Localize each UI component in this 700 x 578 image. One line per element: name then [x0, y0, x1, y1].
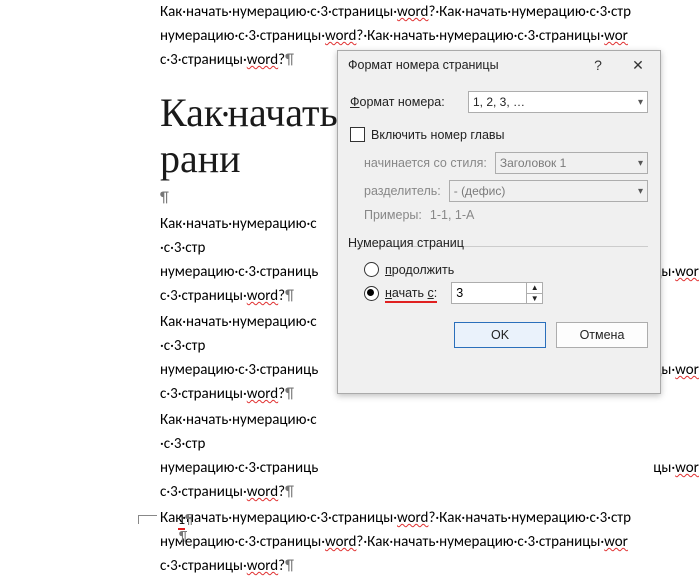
number-format-value: 1, 2, 3, …: [473, 95, 525, 109]
continue-radio-label: продолжить: [385, 263, 454, 277]
spelling-error: word: [247, 287, 278, 305]
dialog-titlebar[interactable]: Формат номера страницы ? ✕: [338, 51, 660, 79]
spelling-error: word: [325, 533, 356, 551]
ok-button[interactable]: OK: [454, 322, 546, 348]
number-format-combo[interactable]: 1, 2, 3, … ▾: [468, 91, 648, 113]
dialog-body: ФФормат номера:ормат номера: 1, 2, 3, … …: [338, 79, 660, 358]
text-run: рани: [160, 136, 241, 182]
text-run: Как·начать·нумерацию·с·3·страницы·: [160, 3, 397, 21]
chevron-down-icon: ▾: [638, 97, 643, 108]
spelling-error: word: [397, 509, 428, 527]
pilcrow-icon: ¶: [185, 511, 193, 528]
text-run: Как·начать: [160, 90, 338, 136]
pilcrow-icon: ¶: [285, 51, 294, 69]
text-run: ?: [428, 3, 435, 21]
examples-label: Примеры:: [364, 208, 422, 222]
separator-label: разделитель:: [364, 184, 441, 198]
separator-combo: - (дефис) ▾: [449, 180, 648, 202]
pilcrow-icon: ¶: [285, 385, 294, 403]
chapter-style-label: начинается со стиля:: [364, 156, 487, 170]
start-at-radio-label: начать с:: [385, 286, 437, 300]
chapter-style-value: Заголовок 1: [500, 156, 566, 170]
pilcrow-icon: ¶: [179, 528, 187, 545]
help-button[interactable]: ?: [578, 52, 618, 78]
pilcrow-icon: ¶: [285, 287, 294, 305]
spin-down-button[interactable]: ▼: [527, 294, 542, 304]
body-paragraph[interactable]: Как·начать·нумерацию·с·3·страницы·word?·…: [160, 506, 700, 578]
separator-value: - (дефис): [454, 184, 506, 198]
spin-up-button[interactable]: ▲: [527, 283, 542, 294]
footer-separator: [138, 515, 157, 524]
spelling-error: word: [247, 385, 278, 403]
pilcrow-icon: ¶: [285, 483, 294, 501]
text-run: Как·начать·нумерацию·с·3·страницы·: [160, 509, 397, 527]
body-paragraph[interactable]: Как·начать·нумерацию·с·с·3·стр нумерацию…: [160, 408, 700, 504]
help-icon: ?: [594, 57, 602, 73]
spelling-error: word: [397, 3, 428, 21]
spelling-error: word: [325, 27, 356, 45]
spelling-error: word: [247, 51, 278, 69]
pilcrow-icon: ¶: [160, 189, 169, 207]
chevron-down-icon: ▾: [638, 186, 643, 197]
start-at-spin[interactable]: ▲ ▼: [451, 282, 543, 304]
chapter-style-combo: Заголовок 1 ▾: [495, 152, 648, 174]
include-chapter-label: Включить номер главы: [371, 128, 505, 142]
page-numbering-group: продолжить начать с: ▲ ▼: [350, 246, 648, 304]
spelling-error: word: [247, 557, 278, 575]
close-button[interactable]: ✕: [618, 52, 658, 78]
page-number-format-dialog: Формат номера страницы ? ✕ ФФормат номер…: [337, 50, 661, 394]
start-at-radio[interactable]: [364, 286, 379, 301]
examples-value: 1-1, 1-A: [430, 208, 474, 222]
include-chapter-checkbox[interactable]: [350, 127, 365, 142]
spelling-error: word: [247, 483, 278, 501]
chevron-down-icon: ▾: [638, 158, 643, 169]
dialog-title: Формат номера страницы: [348, 58, 578, 72]
cancel-button[interactable]: Отмена: [556, 322, 648, 348]
page-number-footer[interactable]: 1¶ ¶: [178, 511, 193, 545]
close-icon: ✕: [632, 57, 644, 74]
pilcrow-icon: ¶: [285, 557, 294, 575]
continue-radio[interactable]: [364, 262, 379, 277]
start-at-input[interactable]: [452, 283, 526, 303]
